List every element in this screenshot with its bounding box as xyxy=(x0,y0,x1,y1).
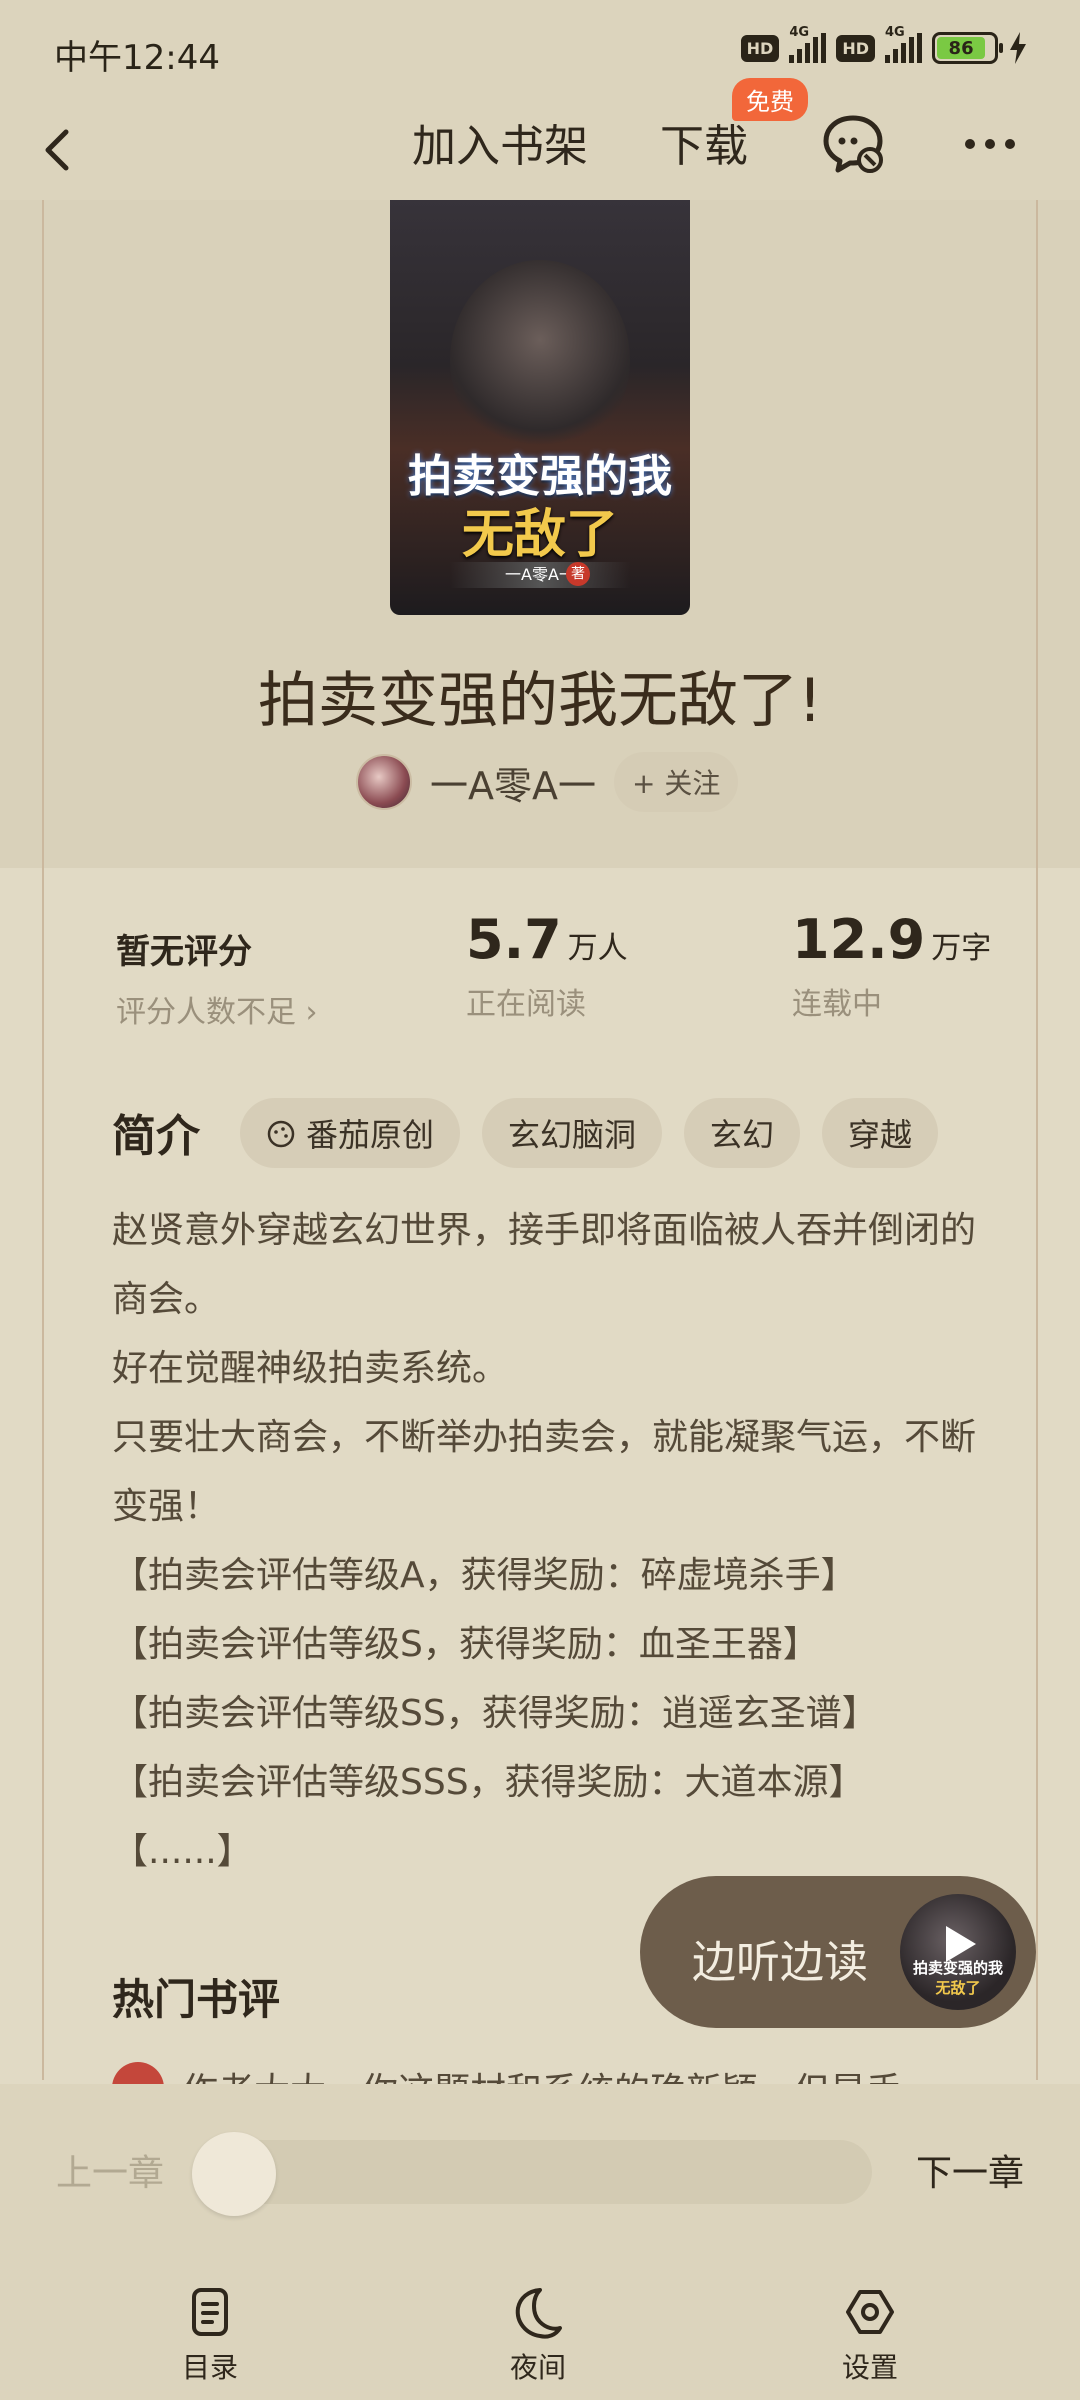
tag-item[interactable]: 玄幻 xyxy=(684,1098,801,1168)
readers-unit: 万人 xyxy=(567,931,628,966)
nav-settings[interactable]: 设置 xyxy=(810,2284,930,2386)
prev-chapter-button[interactable]: 上一章 xyxy=(56,2144,164,2196)
hd-icon: HD xyxy=(740,34,780,62)
readers-subtitle: 正在阅读 xyxy=(466,987,586,1022)
cover-title-line-2: 无敌了 xyxy=(461,505,618,565)
status-time: 中午12:44 xyxy=(54,38,220,78)
words-subtitle: 连载中 xyxy=(792,987,882,1022)
status-icons: HD 4G HD 4G 86 xyxy=(740,25,1028,64)
page-border-left xyxy=(42,200,44,2080)
author-name[interactable]: 一A零A一 xyxy=(430,755,596,810)
signal-icon: 4G xyxy=(885,25,922,63)
tomato-icon xyxy=(267,1120,295,1148)
hot-reviews-heading: 热门书评 xyxy=(112,1975,281,2024)
cover-illustration xyxy=(450,260,630,460)
review-item[interactable]: 作者大大，你这题材和系统的确新颖，但是手 xyxy=(112,2062,972,2084)
cover-author-seal: 著 xyxy=(566,562,590,586)
nav-night-label: 夜间 xyxy=(509,2351,566,2384)
intro-line: 只要壮大商会，不断举办拍卖会，就能凝聚气运，不断变强！ xyxy=(112,1417,977,1527)
intro-line: 【拍卖会评估等级SS，获得奖励：逍遥玄圣谱】 xyxy=(112,1693,878,1734)
readers-stat: 5.7 万人 正在阅读 xyxy=(466,908,628,1023)
author-row: 一A零A一 + 关注 xyxy=(356,752,739,812)
intro-line: 好在觉醒神级拍卖系统。 xyxy=(112,1348,509,1389)
follow-button[interactable]: + 关注 xyxy=(614,752,739,812)
listen-while-reading-button[interactable]: 边听边读 拍卖变强的我 无敌了 xyxy=(640,1876,1036,2028)
words-unit: 万字 xyxy=(931,931,992,966)
catalog-icon xyxy=(192,2288,228,2336)
charging-icon xyxy=(1010,32,1026,64)
free-badge: 免费 xyxy=(732,78,808,121)
battery-level: 86 xyxy=(937,37,986,59)
rating-value: 暂无评分 xyxy=(116,932,252,972)
play-icon xyxy=(946,1926,976,1962)
rating-subtitle: 评分人数不足 › xyxy=(116,995,318,1030)
intro-text: 赵贤意外穿越玄幻世界，接手即将面临被人吞并倒闭的商会。 好在觉醒神级拍卖系统。 … xyxy=(112,1196,982,1886)
nav-settings-label: 设置 xyxy=(841,2351,898,2384)
readers-number: 5.7 xyxy=(466,908,562,971)
tag-list: 番茄原创 玄幻脑洞 玄幻 穿越 xyxy=(240,1098,939,1168)
tag-item[interactable]: 玄幻脑洞 xyxy=(482,1098,663,1168)
intro-line: 赵贤意外穿越玄幻世界，接手即将面临被人吞并倒闭的商会。 xyxy=(112,1210,977,1320)
battery-icon: 86 xyxy=(932,32,1003,64)
nav-night[interactable]: 夜间 xyxy=(478,2284,598,2386)
review-text: 作者大大，你这题材和系统的确新颖，但是手 xyxy=(182,2071,902,2084)
book-cover[interactable]: 拍卖变强的我 无敌了 一A零A一 著 xyxy=(390,200,690,615)
slider-knob[interactable] xyxy=(192,2132,276,2216)
intro-line: 【拍卖会评估等级S，获得奖励：血圣王器】 xyxy=(112,1624,819,1665)
top-bar: 加入书架 下载 免费 xyxy=(0,78,1080,200)
listen-thumbnail: 拍卖变强的我 无敌了 xyxy=(900,1894,1016,2010)
tag-item[interactable]: 番茄原创 xyxy=(240,1098,461,1168)
reader-bottom-bar: 上一章 下一章 目录 夜间 设置 xyxy=(0,2084,1080,2400)
listen-label: 边听边读 xyxy=(692,1937,868,1988)
page-border-right xyxy=(1036,200,1038,2080)
status-bar: 中午12:44 HD 4G HD 4G 86 xyxy=(0,0,1080,100)
next-chapter-button[interactable]: 下一章 xyxy=(916,2144,1024,2196)
nav-catalog-label: 目录 xyxy=(181,2351,238,2384)
intro-line: 【拍卖会评估等级SSS，获得奖励：大道本源】 xyxy=(112,1762,865,1803)
thumb-title-line-2: 无敌了 xyxy=(935,1979,981,1997)
reviewer-avatar xyxy=(112,2062,164,2084)
signal-icon: 4G xyxy=(789,25,827,63)
words-stat: 12.9 万字 连载中 xyxy=(792,908,991,1023)
comment-icon[interactable] xyxy=(820,110,886,176)
intro-heading: 简介 xyxy=(112,1111,200,1162)
rating-stat[interactable]: 暂无评分 评分人数不足 › xyxy=(116,924,318,1031)
more-icon[interactable] xyxy=(960,124,1020,164)
author-avatar[interactable] xyxy=(356,754,412,810)
words-number: 12.9 xyxy=(792,908,926,971)
tag-item[interactable]: 穿越 xyxy=(822,1098,939,1168)
book-title: 拍卖变强的我无敌了! xyxy=(257,666,823,736)
add-to-shelf-button[interactable]: 加入书架 xyxy=(412,110,588,174)
chapter-progress-slider[interactable] xyxy=(192,2132,872,2216)
intro-line: 【拍卖会评估等级A，获得奖励：碎虚境杀手】 xyxy=(112,1555,857,1596)
cover-author: 一A零A一 xyxy=(450,562,630,588)
settings-icon xyxy=(846,2290,894,2334)
hd-icon: HD xyxy=(836,34,875,62)
moon-icon xyxy=(515,2288,562,2339)
nav-catalog[interactable]: 目录 xyxy=(150,2284,270,2386)
back-icon[interactable] xyxy=(30,118,90,182)
